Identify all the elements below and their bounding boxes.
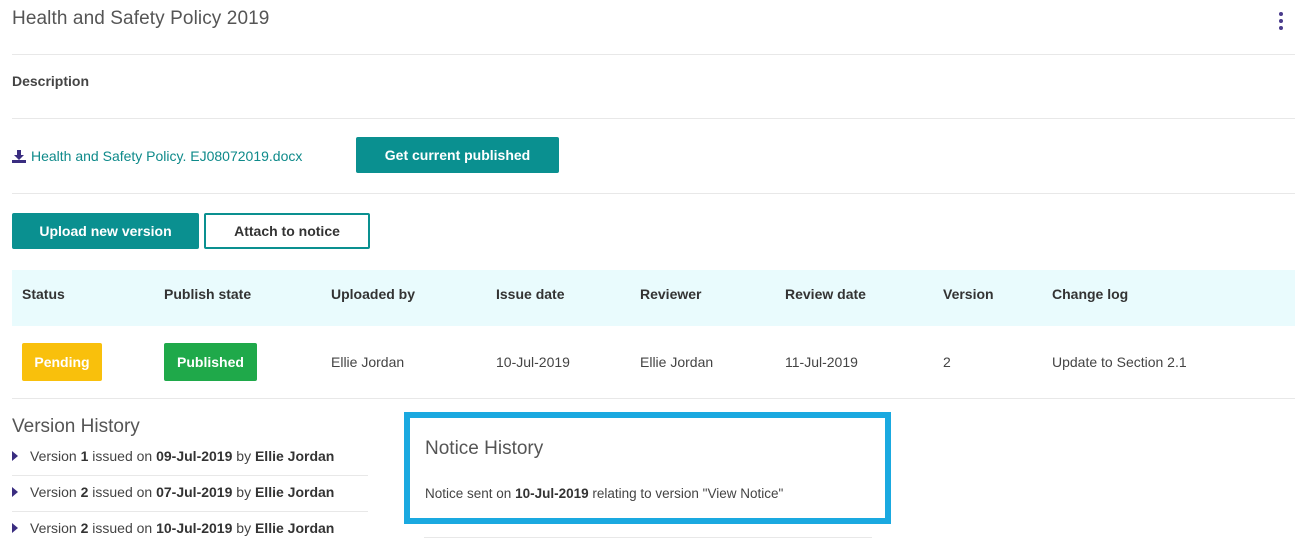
page-title: Health and Safety Policy 2019 bbox=[12, 8, 270, 29]
col-issue-date: Issue date bbox=[496, 286, 565, 302]
file-download-link[interactable]: Health and Safety Policy. EJ08072019.doc… bbox=[12, 148, 302, 164]
vh-prefix: Version bbox=[30, 448, 81, 464]
issue-date-cell: 10-Jul-2019 bbox=[496, 354, 570, 370]
vh-by: by bbox=[232, 448, 255, 464]
notice-history-entry[interactable]: Notice sent on 10-Jul-2019 relating to v… bbox=[425, 486, 783, 501]
publish-state-badge: Published bbox=[164, 343, 257, 381]
col-status: Status bbox=[22, 286, 65, 302]
notice-history-panel: Notice History Notice sent on 10-Jul-201… bbox=[404, 412, 891, 524]
notice-history-title: Notice History bbox=[425, 438, 544, 459]
file-name: Health and Safety Policy. EJ08072019.doc… bbox=[31, 148, 303, 164]
reviewer-cell: Ellie Jordan bbox=[640, 354, 714, 370]
col-reviewer: Reviewer bbox=[640, 286, 702, 302]
vh-prefix: Version bbox=[30, 484, 81, 500]
vh-user: Ellie Jordan bbox=[254, 448, 335, 464]
vh-date: 07-Jul-2019 bbox=[156, 484, 233, 500]
version-history-item[interactable]: Version 2 issued on 10-Jul-2019 by Ellie… bbox=[12, 512, 368, 547]
vh-prefix: Version bbox=[30, 520, 81, 536]
vh-user: Ellie Jordan bbox=[254, 520, 335, 536]
col-publish-state: Publish state bbox=[164, 286, 252, 302]
caret-right-icon bbox=[12, 451, 18, 461]
col-change-log: Change log bbox=[1052, 286, 1129, 302]
vh-by: by bbox=[232, 520, 255, 536]
vh-mid: issued on bbox=[88, 520, 157, 536]
versions-table: Status Publish state Uploaded by Issue d… bbox=[12, 270, 1295, 399]
notice-suffix: relating to version "View Notice" bbox=[588, 486, 784, 501]
page-header: Health and Safety Policy 2019 bbox=[12, 8, 1295, 55]
review-date-cell: 11-Jul-2019 bbox=[785, 354, 858, 370]
uploaded-by-cell: Ellie Jordan bbox=[331, 354, 405, 370]
kebab-vertical-icon[interactable] bbox=[1279, 10, 1285, 30]
col-version: Version bbox=[943, 286, 994, 302]
version-cell: 2 bbox=[943, 354, 951, 370]
vh-date: 10-Jul-2019 bbox=[156, 520, 233, 536]
version-history-title: Version History bbox=[12, 416, 140, 437]
vh-user: Ellie Jordan bbox=[254, 484, 335, 500]
table-header: Status Publish state Uploaded by Issue d… bbox=[12, 270, 1295, 326]
notice-date: 10-Jul-2019 bbox=[515, 486, 589, 501]
vh-mid: issued on bbox=[88, 484, 157, 500]
table-row[interactable]: Pending Published Ellie Jordan 10-Jul-20… bbox=[12, 326, 1295, 399]
divider bbox=[424, 537, 872, 538]
col-review-date: Review date bbox=[785, 286, 866, 302]
vh-mid: issued on bbox=[88, 448, 157, 464]
caret-right-icon bbox=[12, 523, 18, 533]
get-current-published-button[interactable]: Get current published bbox=[356, 137, 559, 173]
description-section: Description bbox=[12, 55, 1295, 119]
col-uploaded-by: Uploaded by bbox=[331, 286, 416, 302]
notice-prefix: Notice sent on bbox=[425, 486, 516, 501]
file-section: Health and Safety Policy. EJ08072019.doc… bbox=[12, 119, 1295, 194]
caret-right-icon bbox=[12, 487, 18, 497]
version-history-item[interactable]: Version 2 issued on 07-Jul-2019 by Ellie… bbox=[12, 476, 368, 512]
vh-by: by bbox=[232, 484, 255, 500]
change-log-cell: Update to Section 2.1 bbox=[1052, 354, 1187, 370]
version-history-item[interactable]: Version 1 issued on 09-Jul-2019 by Ellie… bbox=[12, 440, 368, 476]
status-badge: Pending bbox=[22, 343, 102, 381]
upload-new-version-button[interactable]: Upload new version bbox=[12, 213, 199, 249]
version-history-list: Version 1 issued on 09-Jul-2019 by Ellie… bbox=[12, 440, 368, 547]
description-label: Description bbox=[12, 73, 90, 89]
attach-to-notice-button[interactable]: Attach to notice bbox=[204, 213, 370, 249]
download-icon bbox=[12, 149, 26, 163]
vh-date: 09-Jul-2019 bbox=[156, 448, 233, 464]
